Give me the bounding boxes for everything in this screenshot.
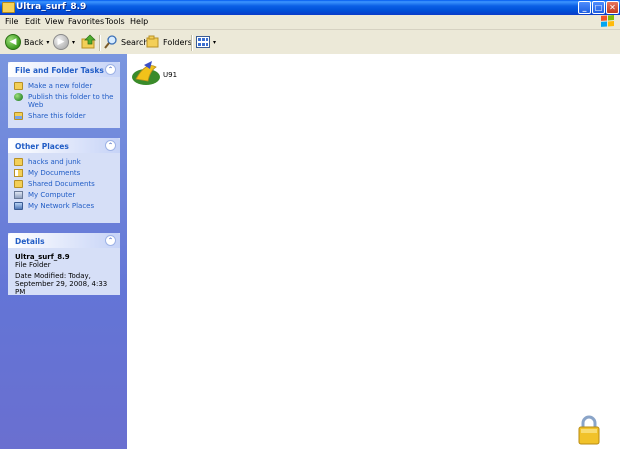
place-label: Shared Documents [28, 180, 95, 188]
toolbar-separator [191, 35, 193, 51]
task-publish-to-web[interactable]: Publish this folder to the Web [14, 93, 114, 109]
share-folder-icon [14, 112, 23, 120]
file-item-u91[interactable]: U91 [130, 57, 178, 93]
my-computer-icon [14, 191, 23, 199]
details-panel: Details ⌃ Ultra_surf_8.9 File Folder Dat… [8, 233, 120, 296]
menu-view[interactable]: View [45, 17, 64, 26]
menu-bar: File Edit View Favorites Tools Help [0, 15, 620, 30]
views-button[interactable]: ▾ [196, 34, 216, 50]
toolbar-separator [99, 35, 101, 51]
search-button[interactable]: Search [104, 34, 148, 50]
window-title: Ultra_surf_8.9 [16, 2, 87, 12]
collapse-icon[interactable]: ⌃ [105, 64, 116, 75]
place-label: My Documents [28, 169, 81, 177]
folders-label: Folders [163, 37, 192, 47]
back-arrow-icon: ◀ [5, 34, 21, 50]
panel-title: Details [15, 237, 45, 246]
toolbar: ◀ Back ▾ ▶ ▾ Search Folders ▾ [0, 30, 620, 55]
my-documents-icon [14, 169, 23, 177]
folder-icon [14, 158, 23, 166]
panel-header[interactable]: Details ⌃ [8, 233, 120, 248]
back-button[interactable]: ◀ Back ▾ [5, 34, 49, 50]
file-folder-tasks-panel: File and Folder Tasks ⌃ Make a new folde… [8, 62, 120, 128]
folders-button[interactable]: Folders [146, 34, 192, 50]
network-places-icon [14, 202, 23, 210]
place-label: My Network Places [28, 202, 95, 210]
place-hacks-and-junk[interactable]: hacks and junk [14, 158, 114, 166]
place-shared-documents[interactable]: Shared Documents [14, 180, 114, 188]
windows-logo-icon [601, 15, 614, 27]
forward-arrow-icon: ▶ [53, 34, 69, 50]
back-label: Back [24, 37, 44, 47]
other-places-panel: Other Places ⌃ hacks and junk My Documen… [8, 138, 120, 223]
up-folder-button[interactable] [81, 34, 97, 50]
task-pane: File and Folder Tasks ⌃ Make a new folde… [0, 54, 127, 449]
task-label: Make a new folder [28, 82, 93, 90]
panel-header[interactable]: File and Folder Tasks ⌃ [8, 62, 120, 77]
task-label: Publish this folder to the Web [28, 93, 114, 109]
menu-tools[interactable]: Tools [105, 17, 125, 26]
details-type: File Folder [15, 261, 51, 269]
views-dropdown-icon[interactable]: ▾ [213, 39, 216, 46]
panel-header[interactable]: Other Places ⌃ [8, 138, 120, 153]
menu-edit[interactable]: Edit [25, 17, 41, 26]
new-folder-icon [14, 82, 23, 90]
ultrasurf-app-icon [132, 61, 160, 85]
panel-title: Other Places [15, 142, 69, 151]
up-folder-icon [81, 34, 96, 49]
menu-favorites[interactable]: Favorites [68, 17, 104, 26]
place-my-computer[interactable]: My Computer [14, 191, 114, 199]
title-bar[interactable]: Ultra_surf_8.9 _ □ ✕ [0, 0, 620, 15]
place-label: My Computer [28, 191, 76, 199]
place-my-network-places[interactable]: My Network Places [14, 202, 114, 210]
panel-title: File and Folder Tasks [15, 66, 104, 75]
views-icon [196, 36, 210, 48]
details-modified: Date Modified: Today, September 29, 2008… [15, 272, 108, 296]
lock-icon [578, 415, 600, 445]
file-list-view[interactable]: U91 [127, 54, 620, 449]
search-icon [104, 35, 117, 49]
folder-icon [2, 2, 15, 13]
shared-documents-icon [14, 180, 23, 188]
minimize-button[interactable]: _ [578, 1, 591, 14]
details-name: Ultra_surf_8.9 [15, 253, 70, 261]
place-my-documents[interactable]: My Documents [14, 169, 114, 177]
task-share-folder[interactable]: Share this folder [14, 112, 114, 120]
folders-icon [146, 35, 159, 48]
forward-dropdown-icon[interactable]: ▾ [72, 39, 75, 46]
back-dropdown-icon[interactable]: ▾ [46, 39, 49, 46]
collapse-icon[interactable]: ⌃ [105, 235, 116, 246]
task-label: Share this folder [28, 112, 86, 120]
menu-help[interactable]: Help [130, 17, 148, 26]
menu-file[interactable]: File [5, 17, 18, 26]
globe-icon [14, 93, 23, 101]
maximize-button[interactable]: □ [592, 1, 605, 14]
collapse-icon[interactable]: ⌃ [105, 140, 116, 151]
place-label: hacks and junk [28, 158, 81, 166]
search-label: Search [121, 37, 149, 47]
forward-button[interactable]: ▶ ▾ [53, 34, 75, 50]
close-button[interactable]: ✕ [606, 1, 619, 14]
file-name: U91 [163, 71, 178, 79]
task-make-new-folder[interactable]: Make a new folder [14, 82, 114, 90]
